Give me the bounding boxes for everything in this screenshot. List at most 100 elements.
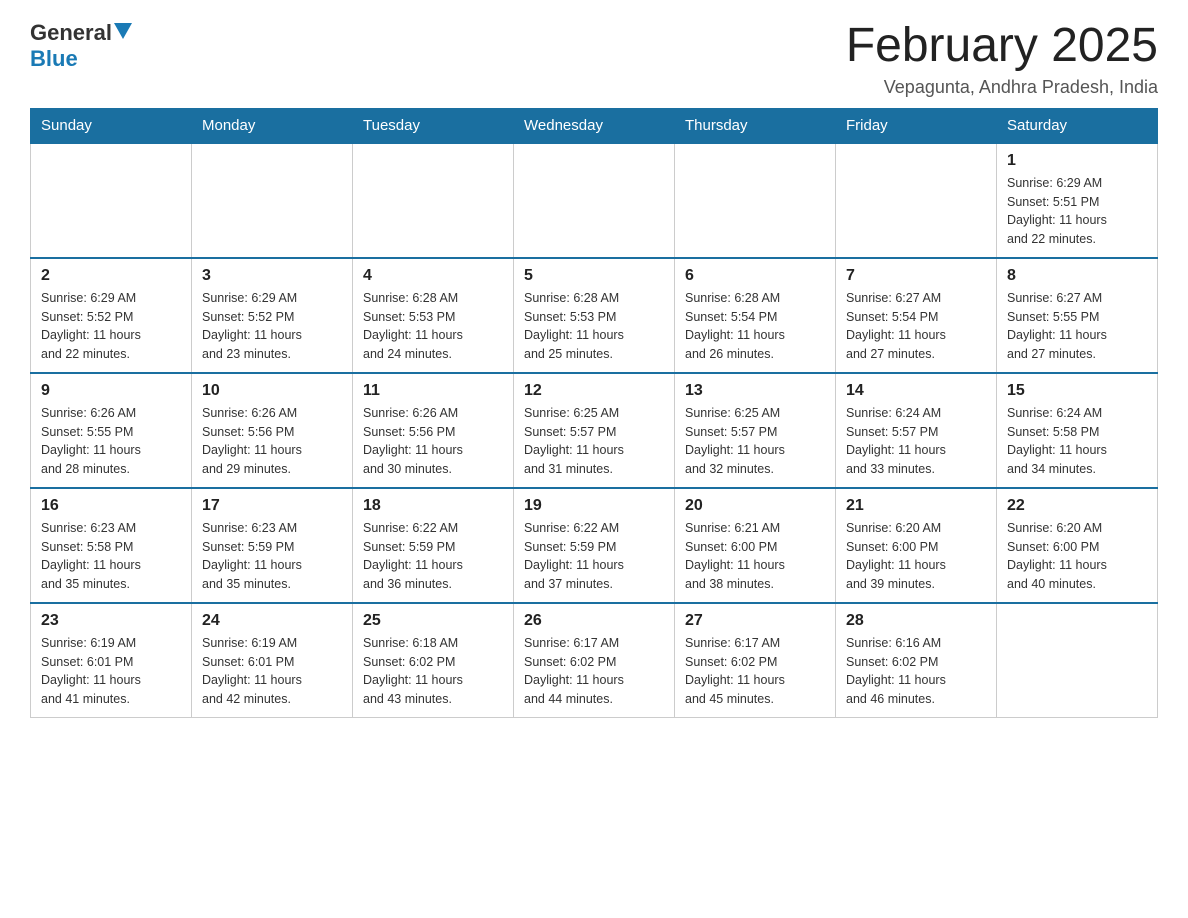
calendar-cell: 1Sunrise: 6:29 AMSunset: 5:51 PMDaylight… [997, 143, 1158, 258]
day-info: Sunrise: 6:26 AMSunset: 5:56 PMDaylight:… [363, 404, 503, 479]
logo-general-text: General [30, 20, 112, 46]
calendar-cell [192, 143, 353, 258]
day-info: Sunrise: 6:19 AMSunset: 6:01 PMDaylight:… [41, 634, 181, 709]
calendar-cell [997, 603, 1158, 718]
day-number: 5 [524, 267, 664, 285]
calendar-cell [31, 143, 192, 258]
day-number: 11 [363, 382, 503, 400]
weekday-header-saturday: Saturday [997, 108, 1158, 143]
weekday-header-sunday: Sunday [31, 108, 192, 143]
weekday-header-wednesday: Wednesday [514, 108, 675, 143]
day-number: 20 [685, 497, 825, 515]
day-info: Sunrise: 6:24 AMSunset: 5:58 PMDaylight:… [1007, 404, 1147, 479]
calendar-week-row: 2 Sunrise: 6:29 AMSunset: 5:52 PMDaylight… [31, 258, 1158, 373]
day-info: Sunrise: 6:23 AMSunset: 5:59 PMDaylight:… [202, 519, 342, 594]
calendar-cell: 9Sunrise: 6:26 AMSunset: 5:55 PMDaylight… [31, 373, 192, 488]
day-info: Sunrise: 6:22 AMSunset: 5:59 PMDaylight:… [363, 519, 503, 594]
day-number: 26 [524, 612, 664, 630]
day-number: 1 [1007, 152, 1147, 170]
calendar-cell [514, 143, 675, 258]
calendar-cell: 10 Sunrise: 6:26 AMSunset: 5:56 PMDayligh… [192, 373, 353, 488]
location-subtitle: Vepagunta, Andhra Pradesh, India [846, 77, 1158, 98]
day-number: 23 [41, 612, 181, 630]
day-info: Sunrise: 6:28 AMSunset: 5:53 PMDaylight:… [363, 289, 503, 364]
day-number: 21 [846, 497, 986, 515]
day-number: 25 [363, 612, 503, 630]
day-number: 19 [524, 497, 664, 515]
day-number: 13 [685, 382, 825, 400]
calendar-cell: 15Sunrise: 6:24 AMSunset: 5:58 PMDayligh… [997, 373, 1158, 488]
weekday-header-thursday: Thursday [675, 108, 836, 143]
calendar-cell: 4 Sunrise: 6:28 AMSunset: 5:53 PMDaylight… [353, 258, 514, 373]
day-number: 10 [202, 382, 342, 400]
day-info: Sunrise: 6:26 AMSunset: 5:55 PMDaylight:… [41, 404, 181, 479]
day-info: Sunrise: 6:22 AMSunset: 5:59 PMDaylight:… [524, 519, 664, 594]
calendar-cell: 28 Sunrise: 6:16 AMSunset: 6:02 PMDayligh… [836, 603, 997, 718]
day-info: Sunrise: 6:20 AMSunset: 6:00 PMDaylight:… [1007, 519, 1147, 594]
day-number: 28 [846, 612, 986, 630]
day-info: Sunrise: 6:16 AMSunset: 6:02 PMDaylight:… [846, 634, 986, 709]
calendar-cell: 7 Sunrise: 6:27 AMSunset: 5:54 PMDaylight… [836, 258, 997, 373]
day-info: Sunrise: 6:20 AMSunset: 6:00 PMDaylight:… [846, 519, 986, 594]
day-info: Sunrise: 6:28 AMSunset: 5:53 PMDaylight:… [524, 289, 664, 364]
day-info: Sunrise: 6:17 AMSunset: 6:02 PMDaylight:… [524, 634, 664, 709]
day-info: Sunrise: 6:23 AMSunset: 5:58 PMDaylight:… [41, 519, 181, 594]
logo: General Blue [30, 20, 132, 72]
day-info: Sunrise: 6:27 AMSunset: 5:55 PMDaylight:… [1007, 289, 1147, 364]
calendar-cell: 3Sunrise: 6:29 AMSunset: 5:52 PMDaylight… [192, 258, 353, 373]
month-title: February 2025 [846, 20, 1158, 73]
day-info: Sunrise: 6:21 AMSunset: 6:00 PMDaylight:… [685, 519, 825, 594]
weekday-header-tuesday: Tuesday [353, 108, 514, 143]
calendar-cell: 13 Sunrise: 6:25 AMSunset: 5:57 PMDayligh… [675, 373, 836, 488]
weekday-header-row: SundayMondayTuesdayWednesdayThursdayFrid… [31, 108, 1158, 143]
calendar-cell: 14 Sunrise: 6:24 AMSunset: 5:57 PMDayligh… [836, 373, 997, 488]
calendar-cell: 8 Sunrise: 6:27 AMSunset: 5:55 PMDaylight… [997, 258, 1158, 373]
calendar-cell: 24 Sunrise: 6:19 AMSunset: 6:01 PMDayligh… [192, 603, 353, 718]
title-area: February 2025 Vepagunta, Andhra Pradesh,… [846, 20, 1158, 98]
weekday-header-friday: Friday [836, 108, 997, 143]
day-number: 24 [202, 612, 342, 630]
day-number: 27 [685, 612, 825, 630]
day-info: Sunrise: 6:24 AMSunset: 5:57 PMDaylight:… [846, 404, 986, 479]
calendar-cell: 22 Sunrise: 6:20 AMSunset: 6:00 PMDayligh… [997, 488, 1158, 603]
calendar-cell [836, 143, 997, 258]
calendar-week-row: 9Sunrise: 6:26 AMSunset: 5:55 PMDaylight… [31, 373, 1158, 488]
calendar-cell: 16 Sunrise: 6:23 AMSunset: 5:58 PMDayligh… [31, 488, 192, 603]
day-number: 8 [1007, 267, 1147, 285]
day-number: 22 [1007, 497, 1147, 515]
calendar-week-row: 1Sunrise: 6:29 AMSunset: 5:51 PMDaylight… [31, 143, 1158, 258]
calendar-cell [353, 143, 514, 258]
day-info: Sunrise: 6:27 AMSunset: 5:54 PMDaylight:… [846, 289, 986, 364]
day-info: Sunrise: 6:18 AMSunset: 6:02 PMDaylight:… [363, 634, 503, 709]
day-number: 17 [202, 497, 342, 515]
calendar-cell: 17 Sunrise: 6:23 AMSunset: 5:59 PMDayligh… [192, 488, 353, 603]
day-number: 12 [524, 382, 664, 400]
calendar-cell: 19 Sunrise: 6:22 AMSunset: 5:59 PMDayligh… [514, 488, 675, 603]
day-info: Sunrise: 6:25 AMSunset: 5:57 PMDaylight:… [685, 404, 825, 479]
calendar-cell: 27 Sunrise: 6:17 AMSunset: 6:02 PMDayligh… [675, 603, 836, 718]
calendar-cell: 12Sunrise: 6:25 AMSunset: 5:57 PMDayligh… [514, 373, 675, 488]
calendar-cell: 2 Sunrise: 6:29 AMSunset: 5:52 PMDaylight… [31, 258, 192, 373]
day-info: Sunrise: 6:29 AMSunset: 5:52 PMDaylight:… [202, 289, 342, 364]
day-number: 2 [41, 267, 181, 285]
day-number: 4 [363, 267, 503, 285]
calendar-cell: 23 Sunrise: 6:19 AMSunset: 6:01 PMDayligh… [31, 603, 192, 718]
calendar-cell: 21 Sunrise: 6:20 AMSunset: 6:00 PMDayligh… [836, 488, 997, 603]
day-info: Sunrise: 6:26 AMSunset: 5:56 PMDaylight:… [202, 404, 342, 479]
calendar-cell: 11 Sunrise: 6:26 AMSunset: 5:56 PMDayligh… [353, 373, 514, 488]
day-number: 14 [846, 382, 986, 400]
logo-triangle-icon [114, 23, 132, 44]
day-info: Sunrise: 6:28 AMSunset: 5:54 PMDaylight:… [685, 289, 825, 364]
calendar-cell [675, 143, 836, 258]
day-info: Sunrise: 6:17 AMSunset: 6:02 PMDaylight:… [685, 634, 825, 709]
day-info: Sunrise: 6:29 AMSunset: 5:52 PMDaylight:… [41, 289, 181, 364]
page-header: General Blue February 2025 Vepagunta, An… [30, 20, 1158, 98]
day-info: Sunrise: 6:19 AMSunset: 6:01 PMDaylight:… [202, 634, 342, 709]
calendar-week-row: 23 Sunrise: 6:19 AMSunset: 6:01 PMDayligh… [31, 603, 1158, 718]
day-number: 18 [363, 497, 503, 515]
calendar-cell: 5 Sunrise: 6:28 AMSunset: 5:53 PMDaylight… [514, 258, 675, 373]
calendar-cell: 25 Sunrise: 6:18 AMSunset: 6:02 PMDayligh… [353, 603, 514, 718]
day-number: 7 [846, 267, 986, 285]
day-number: 6 [685, 267, 825, 285]
day-number: 16 [41, 497, 181, 515]
